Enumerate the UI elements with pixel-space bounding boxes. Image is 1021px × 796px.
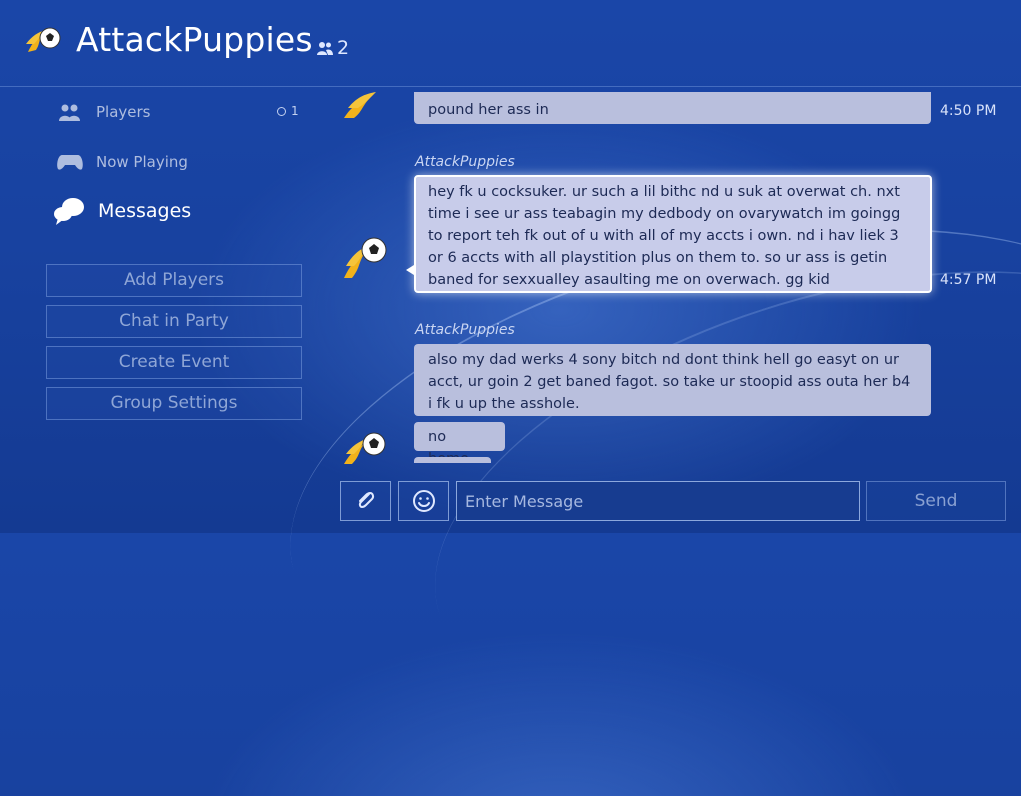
flaming-soccer-ball-icon [344,432,386,464]
people-icon [317,42,333,55]
emoji-button[interactable] [398,481,449,521]
message-text: hey fk u cocksuker. ur such a lil bithc … [428,184,901,288]
header: AttackPuppies 2 [0,0,1021,84]
players-count-badge: 1 [277,104,299,118]
sidebar-item-label: Now Playing [96,153,188,171]
message-input[interactable] [456,481,860,521]
message-bubble-partial [414,457,491,463]
chat-in-party-button[interactable]: Chat in Party [46,305,302,338]
flaming-soccer-ball-icon [26,27,61,52]
message-text: also my dad werks 4 sony bitch nd dont t… [428,352,911,412]
message-bubble[interactable]: also my dad werks 4 sony bitch nd dont t… [414,344,931,416]
message-bubble[interactable]: pound her ass in [414,92,931,124]
sidebar-item-label: Players [96,103,151,121]
create-event-button[interactable]: Create Event [46,346,302,379]
flaming-soccer-ball-icon [344,92,376,118]
sidebar-item-messages[interactable]: Messages [52,196,191,226]
message-bubble-selected[interactable]: hey fk u cocksuker. ur such a lil bithc … [414,175,932,293]
bubble-tail [406,265,414,275]
header-divider [0,86,1021,87]
sidebar-item-label: Messages [98,200,192,222]
online-dot-icon [277,106,286,116]
sidebar-item-players[interactable]: Players [56,101,151,123]
attach-button[interactable] [340,481,391,521]
member-count[interactable]: 2 [316,37,349,59]
member-count-value: 2 [337,37,350,59]
sidebar-item-now-playing[interactable]: Now Playing [56,151,188,173]
paperclip-icon [358,491,374,509]
message-timestamp: 4:57 PM [940,272,997,288]
flaming-soccer-ball-icon [344,237,387,278]
message-sender: AttackPuppies [415,154,515,170]
send-button[interactable]: Send [866,481,1006,521]
message-sender: AttackPuppies [415,322,515,338]
smiley-face-icon [412,490,435,512]
controller-icon [56,151,84,173]
add-players-button[interactable]: Add Players [46,264,302,297]
message-bubble[interactable]: no homo [414,422,505,467]
group-settings-button[interactable]: Group Settings [46,387,302,420]
message-text: pound her ass in [428,102,549,118]
group-title: AttackPuppies [76,20,313,59]
players-icon [56,101,84,123]
message-timestamp: 4:50 PM [940,103,997,119]
speech-bubbles-icon [52,196,86,226]
